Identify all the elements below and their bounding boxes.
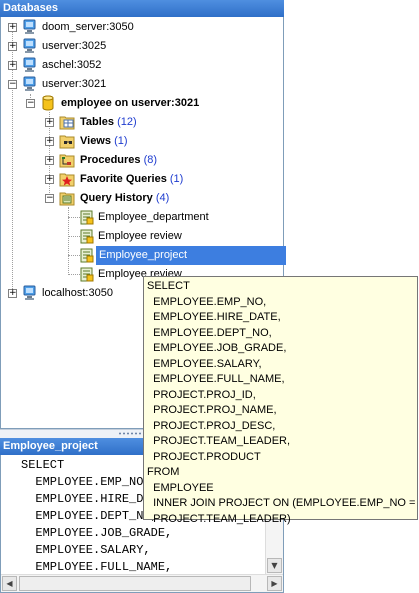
tree-item-tables[interactable]: + Tables (12) xyxy=(1,113,283,132)
node-name: Views xyxy=(80,135,111,147)
tree-item-procedures[interactable]: + Procedures (8) xyxy=(1,151,283,170)
node-label: Query History (4) xyxy=(80,189,169,208)
node-label: Procedures (8) xyxy=(80,151,157,170)
expand-icon[interactable]: + xyxy=(8,61,17,70)
expand-icon[interactable]: + xyxy=(45,118,54,127)
expand-icon[interactable]: + xyxy=(45,175,54,184)
tree-item-favorite-queries[interactable]: + Favorite Queries (1) xyxy=(1,170,283,189)
horizontal-scrollbar[interactable]: ◀ ▶ xyxy=(1,574,283,592)
server-label: aschel:3052 xyxy=(42,59,102,71)
tooltip-line: PROJECT.TEAM_LEADER, xyxy=(147,435,291,447)
expand-icon[interactable]: + xyxy=(45,156,54,165)
tooltip-line: SELECT xyxy=(147,280,190,292)
tooltip-line: PROJECT.PROJ_DESC, xyxy=(147,419,276,432)
history-query-label: Employee_department xyxy=(98,211,209,223)
scroll-down-icon[interactable]: ▼ xyxy=(267,558,282,573)
collapse-icon[interactable]: − xyxy=(8,80,17,89)
server-label: localhost:3050 xyxy=(42,287,113,299)
tooltip-line: EMPLOYEE xyxy=(147,481,214,494)
node-count: (1) xyxy=(114,135,128,147)
tooltip-line: PROJECT.PRODUCT xyxy=(147,450,261,463)
node-name: Query History xyxy=(80,192,153,204)
expand-icon[interactable]: + xyxy=(8,289,17,298)
node-label: Tables (12) xyxy=(80,113,137,132)
sql-line: EMPLOYEE.JOB_GRADE, xyxy=(21,526,173,540)
expand-icon[interactable]: + xyxy=(8,42,17,51)
collapse-icon[interactable]: − xyxy=(45,194,54,203)
server-label: doom_server:3050 xyxy=(42,21,134,33)
node-count: (8) xyxy=(143,154,158,166)
tree-item-server[interactable]: + doom_server:3050 xyxy=(1,18,283,37)
sql-line: EMPLOYEE.SALARY, xyxy=(21,543,151,557)
tooltip-line: PROJECT.TEAM_LEADER) xyxy=(147,512,291,525)
history-query-label: Employee_project xyxy=(96,246,286,265)
tooltip-line: PROJECT.PROJ_ID, xyxy=(147,388,256,401)
sql-line: EMPLOYEE.FULL_NAME, xyxy=(21,560,173,573)
tooltip-line: FROM xyxy=(147,466,180,478)
scroll-right-icon[interactable]: ▶ xyxy=(267,576,282,591)
tooltip-line: EMPLOYEE.EMP_NO, xyxy=(147,295,267,308)
tooltip-line: EMPLOYEE.JOB_GRADE, xyxy=(147,342,287,354)
node-name: Favorite Queries xyxy=(80,173,167,185)
tooltip-line: EMPLOYEE.FULL_NAME, xyxy=(147,373,285,385)
databases-panel-title: Databases xyxy=(0,0,284,17)
tree-item-server[interactable]: + aschel:3052 xyxy=(1,56,283,75)
node-count: (12) xyxy=(117,116,137,128)
expand-icon[interactable]: + xyxy=(8,23,17,32)
tree-item-query-history[interactable]: − Query History (4) xyxy=(1,189,283,208)
node-name: Tables xyxy=(80,116,115,128)
tooltip-line: EMPLOYEE.DEPT_NO, xyxy=(147,326,272,339)
tooltip-line: PROJECT.PROJ_NAME, xyxy=(147,404,277,416)
collapse-icon[interactable]: − xyxy=(26,99,35,108)
query-tooltip: SELECT EMPLOYEE.EMP_NO, EMPLOYEE.HIRE_DA… xyxy=(143,276,418,525)
node-label: Views (1) xyxy=(80,132,128,151)
node-name: Procedures xyxy=(80,154,141,166)
tooltip-line: EMPLOYEE.SALARY, xyxy=(147,357,262,370)
tree-item-database[interactable]: − employee on userver:3021 xyxy=(1,94,283,113)
expand-icon[interactable]: + xyxy=(45,137,54,146)
database-label: employee on userver:3021 xyxy=(61,97,200,109)
server-label: userver:3021 xyxy=(42,78,107,90)
tooltip-line: EMPLOYEE.HIRE_DATE, xyxy=(147,311,281,323)
tree-item-server[interactable]: + userver:3025 xyxy=(1,37,283,56)
scroll-thumb[interactable] xyxy=(19,576,251,591)
history-query-label: Employee review xyxy=(98,230,182,242)
tree-item-history-query-selected[interactable]: Employee_project xyxy=(1,246,286,265)
tree-item-history-query[interactable]: Employee review xyxy=(1,227,283,246)
scroll-left-icon[interactable]: ◀ xyxy=(2,576,17,591)
tooltip-line: INNER JOIN PROJECT ON (EMPLOYEE.EMP_NO = xyxy=(147,497,416,509)
node-label: Favorite Queries (1) xyxy=(80,170,183,189)
tree-item-history-query[interactable]: Employee_department xyxy=(1,208,283,227)
tree-item-server[interactable]: − userver:3021 xyxy=(1,75,283,94)
tree-item-views[interactable]: + Views (1) xyxy=(1,132,283,151)
server-icon xyxy=(22,285,38,309)
node-count: (1) xyxy=(169,173,184,185)
node-count: (4) xyxy=(155,192,170,204)
server-label: userver:3025 xyxy=(42,40,107,52)
